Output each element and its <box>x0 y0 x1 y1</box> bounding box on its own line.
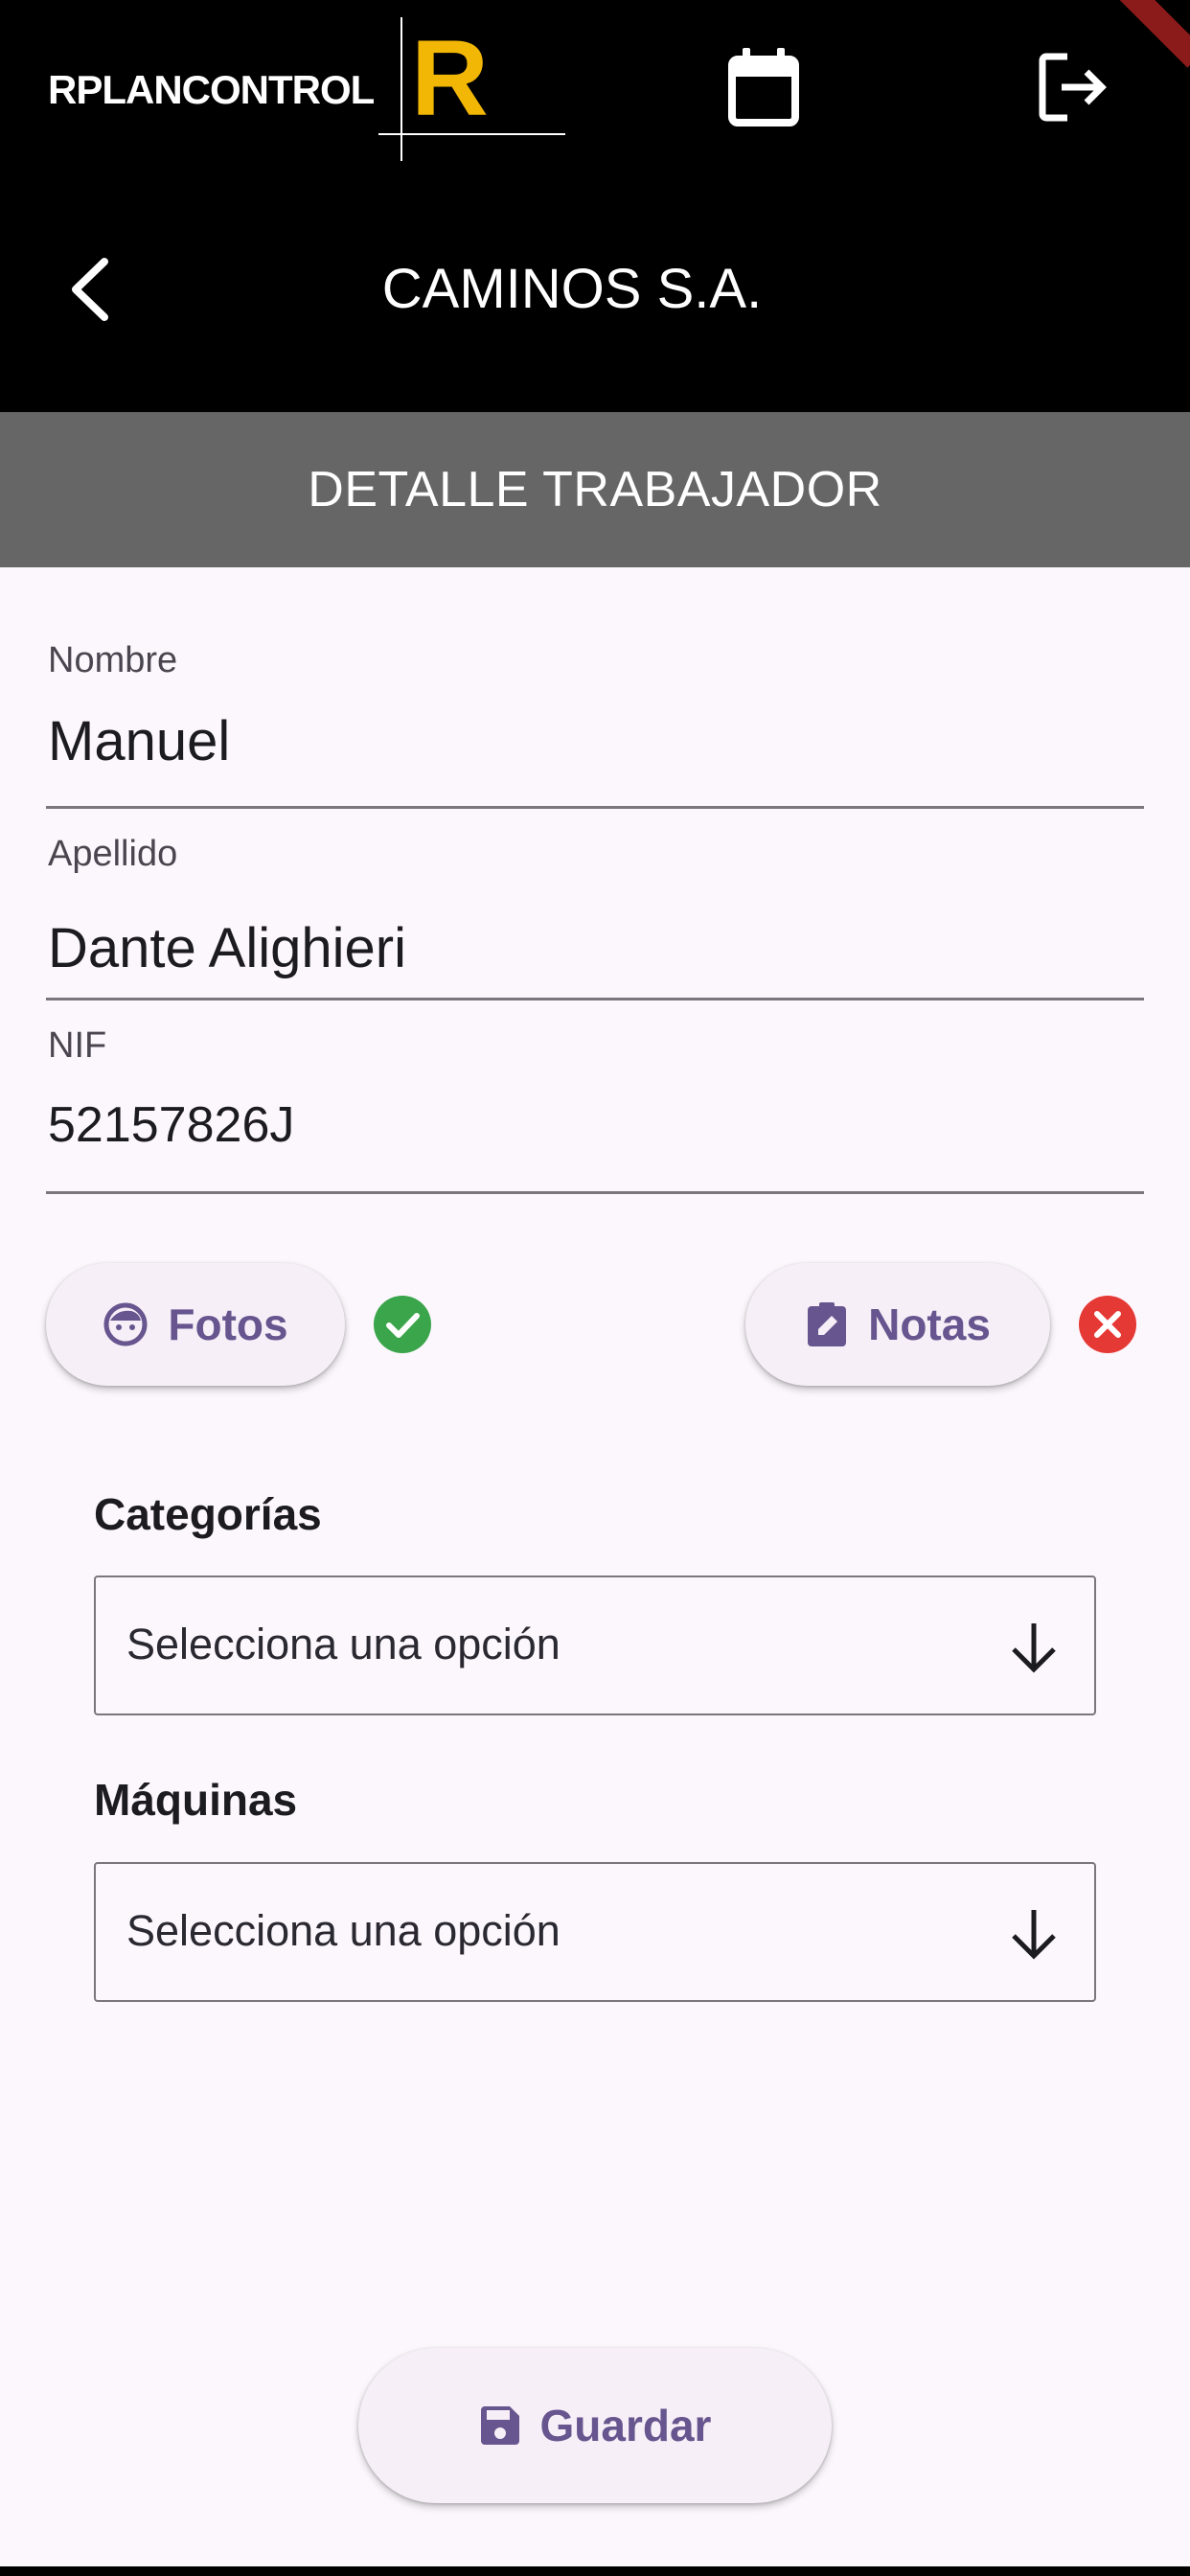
calendar-icon <box>728 48 799 126</box>
section-header: DETALLE TRABAJADOR <box>0 412 1190 567</box>
check-circle-icon <box>374 1296 431 1353</box>
apellido-input[interactable]: Dante Alighieri <box>48 916 406 980</box>
save-icon <box>480 2406 519 2445</box>
logout-button[interactable] <box>1030 40 1116 134</box>
app-header: RPLANCONTROL R CAMINOS S.A. <box>0 0 1190 412</box>
nif-field[interactable]: NIF 52157826J <box>46 1020 1144 1194</box>
categorias-dropdown[interactable]: Selecciona una opción <box>94 1576 1096 1715</box>
debug-banner <box>1113 0 1190 77</box>
notas-label: Notas <box>868 1300 991 1349</box>
maquinas-dropdown[interactable]: Selecciona una opción <box>94 1862 1096 2002</box>
brand-mark-icon: R <box>378 17 565 161</box>
calendar-button[interactable] <box>721 40 807 134</box>
nif-input[interactable]: 52157826J <box>48 1096 294 1154</box>
nombre-label: Nombre <box>48 640 178 680</box>
nif-label: NIF <box>48 1025 107 1066</box>
company-title: CAMINOS S.A. <box>381 258 763 320</box>
fotos-label: Fotos <box>168 1300 288 1349</box>
brand-name: RPLANCONTROL <box>48 67 375 112</box>
nombre-field[interactable]: Nombre Manuel <box>46 634 1144 809</box>
maquinas-placeholder: Selecciona una opción <box>126 1906 561 1955</box>
section-title: DETALLE TRABAJADOR <box>308 462 882 518</box>
navigation-bar <box>0 2566 1190 2576</box>
notas-button[interactable]: Notas <box>745 1263 1050 1386</box>
fotos-button[interactable]: Fotos <box>46 1263 345 1386</box>
save-label: Guardar <box>539 2401 712 2450</box>
cancel-circle-icon <box>1079 1296 1136 1353</box>
clipboard-edit-icon <box>808 1302 847 1346</box>
nombre-input[interactable]: Manuel <box>48 709 230 773</box>
arrow-down-icon <box>1012 1910 1056 1960</box>
arrow-down-icon <box>1012 1623 1056 1673</box>
apellido-field[interactable]: Apellido Dante Alighieri <box>46 828 1144 1000</box>
brand-letter: R <box>411 18 489 138</box>
categorias-placeholder: Selecciona una opción <box>126 1620 561 1668</box>
categorias-label: Categorías <box>94 1489 322 1539</box>
brand-logo: RPLANCONTROL R <box>48 17 565 161</box>
save-button[interactable]: Guardar <box>358 2348 832 2503</box>
logout-icon <box>1039 53 1107 122</box>
maquinas-label: Máquinas <box>94 1775 298 1825</box>
face-icon <box>103 1302 148 1346</box>
apellido-label: Apellido <box>48 834 178 874</box>
